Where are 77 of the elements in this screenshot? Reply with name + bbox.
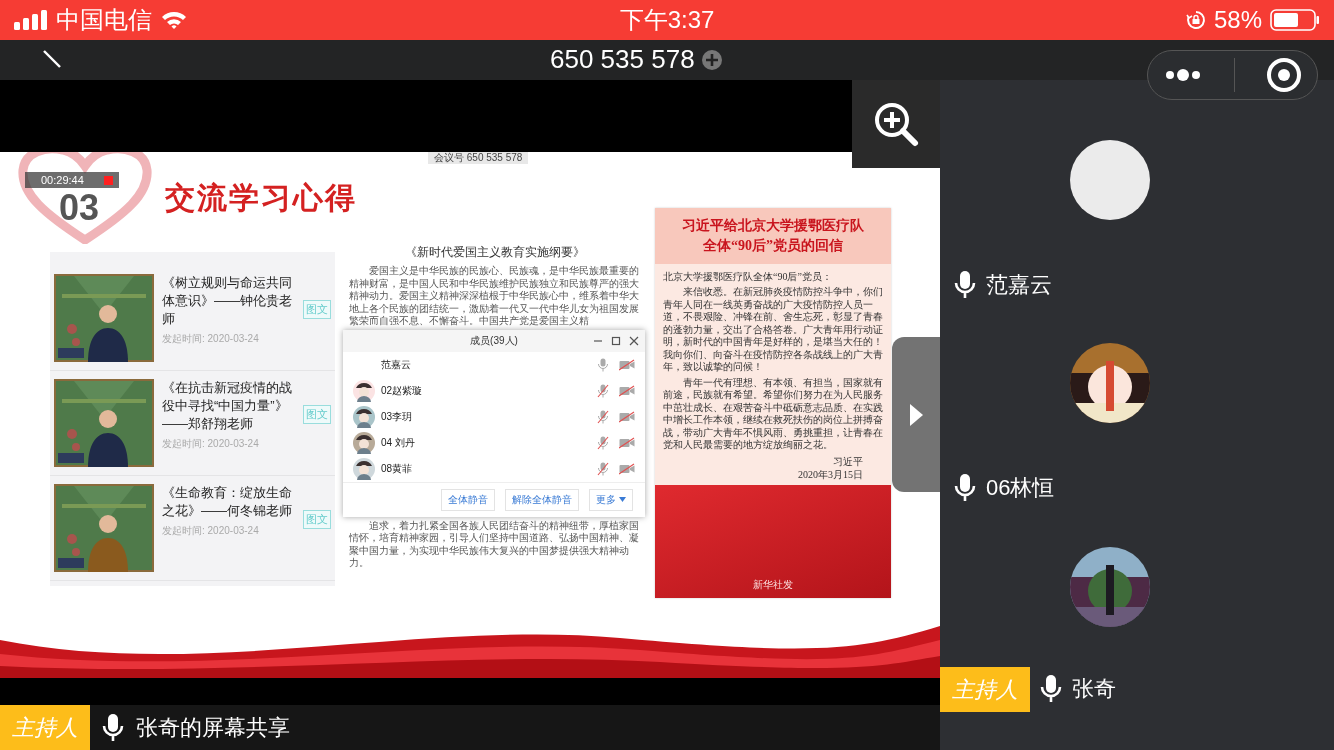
microphone-icon[interactable] (597, 357, 609, 372)
microphone-icon (954, 473, 976, 504)
letter-footer: 新华社发 (753, 578, 793, 592)
camera-icon[interactable] (619, 436, 635, 449)
maximize-icon[interactable] (611, 335, 621, 346)
rotation-lock-icon (1185, 10, 1206, 30)
microphone-icon[interactable] (597, 435, 609, 450)
clock-time: 下午3:37 (619, 5, 715, 35)
dialog-button[interactable]: 全体静音 (441, 488, 495, 511)
course-tag: 图文 (303, 510, 331, 529)
member-name: 08黄菲 (381, 461, 414, 476)
article-paragraph: 爱国主义是中华民族的民族心、民族魂，是中华民族最重要的精神财富，是中国人民和中华民族维护民族独立和民族尊严的强大精神动力。爱国主义精神深深植根于中华民族心中，维系着中华大地上各个民族的团结统一，激励着一代又一代中华儿女为祖国发展繁荣而自强不息、不懈奋斗。中国共产党是爱国主义精 (349, 265, 640, 328)
member-name: 03李玥 (381, 409, 414, 424)
section-number: 03 (59, 190, 100, 226)
microphone-icon[interactable] (597, 409, 609, 424)
microphone-icon (1040, 674, 1062, 705)
camera-icon[interactable] (619, 410, 635, 423)
slide-title: 交流学习心得 (165, 179, 357, 216)
member-name: 04 刘丹 (381, 435, 416, 450)
member-row[interactable]: 08黄菲 (343, 455, 645, 482)
expand-tab[interactable] (892, 337, 940, 492)
letter-title: 全体“90后”党员的回信 (703, 237, 843, 255)
course-date: 发起时间: 2020-03-24 (162, 437, 260, 451)
member-row[interactable]: 03李玥 (343, 403, 645, 430)
meeting-id-label: 会议号 650 535 578 (428, 152, 529, 164)
close-icon[interactable] (629, 335, 639, 346)
zoom-in-icon (872, 100, 920, 148)
camera-icon[interactable] (619, 358, 635, 371)
camera-icon[interactable] (619, 384, 635, 397)
course-title[interactable]: 《生命教育：绽放生命之花》——何冬锦老师 (162, 484, 295, 520)
course-tag: 图文 (303, 405, 331, 424)
plus-icon[interactable] (700, 48, 723, 71)
course-title[interactable]: 《在抗击新冠疫情的战役中寻找“中国力量”》——郑舒翔老师 (162, 379, 295, 433)
wifi-icon (160, 10, 188, 30)
letter-paragraph: 青年一代有理想、有本领、有担当，国家就有前途，民族就有希望。希望你们努力在为人民服务中茁壮成长、在艰苦奋斗中砥砺意志品质、在实践中增长工作本领，继续在救死扶伤的岗位上拼搏奋战，带动广大青年不惧风雨、勇挑重担，让青春在党和人民最需要的地方绽放绚丽之花。 (663, 376, 883, 452)
microphone-icon (954, 270, 976, 300)
dialog-button[interactable]: 解除全体静音 (505, 488, 579, 511)
zoom-in-button[interactable] (852, 80, 940, 168)
microphone-icon (102, 712, 124, 743)
member-row[interactable]: 02赵紫璇 (343, 377, 645, 404)
member-row[interactable]: 04 刘丹 (343, 429, 645, 456)
capsule-menu[interactable] (1147, 50, 1318, 100)
participant-name: 范嘉云 (986, 271, 1052, 299)
battery-icon (1270, 9, 1320, 31)
member-name: 范嘉云 (381, 357, 412, 372)
host-badge: 主持人 (940, 666, 1030, 712)
course-date: 发起时间: 2020-03-24 (162, 332, 260, 346)
recording-icon (103, 175, 113, 185)
course-tag: 图文 (303, 300, 331, 319)
letter-date: 2020年3月15日 (798, 467, 863, 481)
article-paragraph: 追求，着力扎紧全国各族人民团结奋斗的精神纽带，厚植家国情怀，培育精神家园，引导人们坚持中国道路、弘扬中国精神、凝聚中国力量，为实现中华民族伟大复兴的中国梦提供强大精神动力。 (349, 519, 640, 570)
course-date: 发起时间: 2020-03-24 (162, 524, 260, 538)
microphone-icon[interactable] (597, 461, 609, 476)
timer-text: 00:29:44 (41, 174, 84, 186)
course-title[interactable]: 《树立规则与命运共同体意识》——钟伦贵老师 (162, 274, 295, 328)
camera-icon[interactable] (619, 462, 635, 475)
meeting-number: 650 535 578 (550, 44, 695, 75)
close-target-icon[interactable] (1265, 57, 1302, 93)
battery-percent: 58% (1213, 6, 1262, 34)
dialog-button[interactable]: 更多 (589, 488, 633, 511)
host-badge: 主持人 (0, 705, 90, 750)
member-name: 02赵紫璇 (381, 383, 424, 398)
signal-icon (14, 10, 48, 30)
carrier-name: 中国电信 (56, 5, 152, 35)
participant-name: 06林恒 (986, 474, 1055, 503)
caret-icon (619, 497, 626, 502)
presenter-label: 张奇的屏幕共享 (136, 713, 290, 742)
dialog-title: 成员(39人) (470, 333, 518, 348)
letter-paragraph: 来信收悉。在新冠肺炎疫情防控斗争中，你们青年人同在一线英勇奋战的广大疫情防控人员一道，不畏艰险、冲锋在前、舍生忘死，彰显了青春的蓬勃力量，交出了合格答卷。广大青年用行动证明，新时代的中国青年是好样的，是堪当大任的！我向你们、向奋斗在疫情防控各条战线上的广大青年，致以诚挚的问候！ (663, 286, 883, 374)
article-title: 《新时代爱国主义教育实施纲要》 (404, 244, 586, 261)
participant-name: 张奇 (1072, 675, 1116, 704)
member-row[interactable]: 范嘉云 (343, 351, 645, 378)
play-arrow-icon (908, 402, 924, 427)
letter-title: 习近平给北京大学援鄂医疗队 (682, 217, 864, 235)
letter-signature: 习近平 (833, 454, 863, 468)
microphone-icon[interactable] (597, 383, 609, 398)
letter-salutation: 北京大学援鄂医疗队全体“90后”党员： (663, 270, 833, 283)
